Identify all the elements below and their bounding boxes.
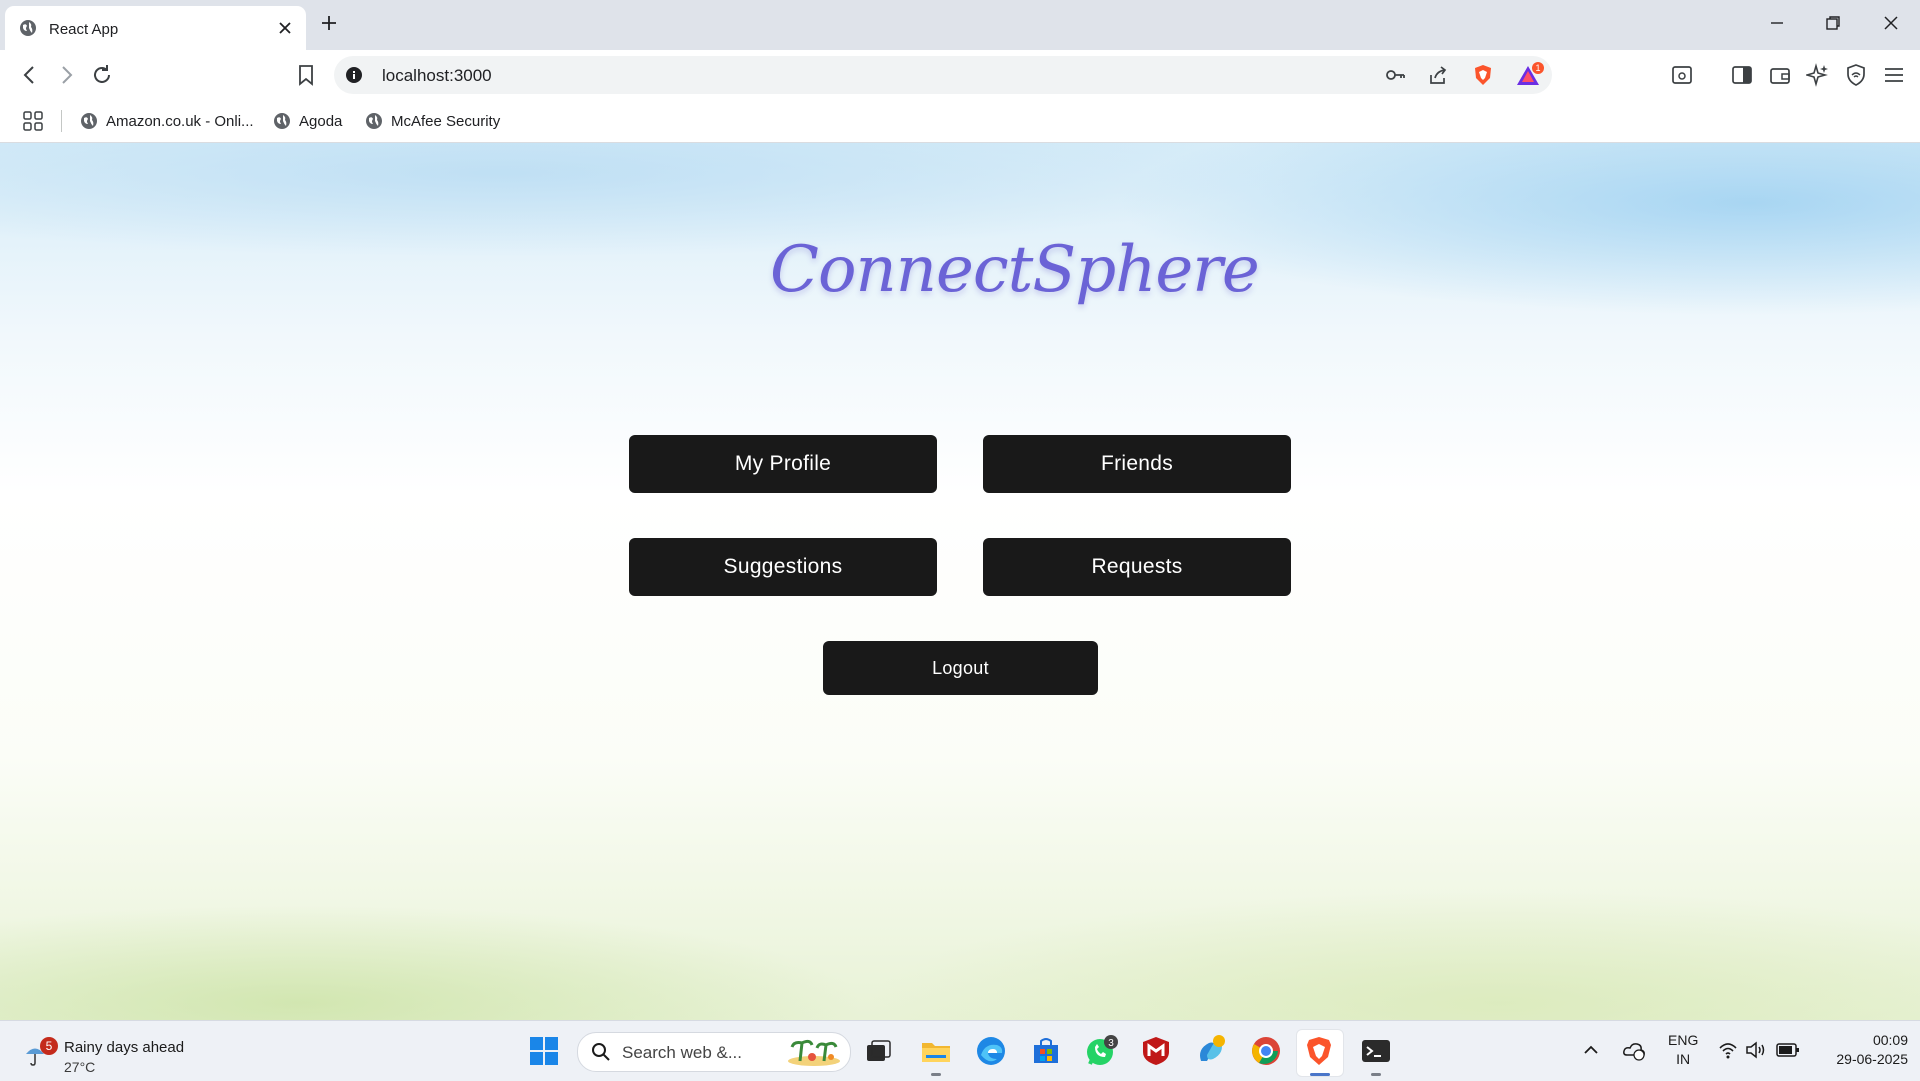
brave-shields-icon[interactable] — [1472, 64, 1494, 86]
copilot-icon[interactable] — [1195, 1035, 1227, 1067]
globe-icon — [81, 113, 97, 129]
language-line2: IN — [1676, 1051, 1691, 1067]
file-explorer-icon[interactable] — [920, 1035, 952, 1067]
my-profile-button[interactable]: My Profile — [629, 435, 937, 493]
tab-search-icon[interactable] — [1670, 63, 1694, 87]
bookmark-amazon[interactable]: Amazon.co.uk - Onli... — [80, 109, 254, 133]
menu-icon[interactable] — [1882, 63, 1906, 87]
vpn-shield-icon[interactable] — [1844, 63, 1868, 87]
weather-temp: 27°C — [64, 1059, 96, 1075]
bookmark-label: Amazon.co.uk - Onli... — [106, 112, 254, 130]
bookmark-agoda[interactable]: Agoda — [273, 109, 342, 133]
weather-title: Rainy days ahead — [64, 1039, 185, 1056]
taskbar-search[interactable]: Search web &... — [577, 1032, 851, 1072]
bookmark-label: McAfee Security — [391, 112, 501, 130]
battery-icon[interactable] — [1776, 1041, 1800, 1059]
windows-taskbar: 5 Rainy days ahead 27°C Search web &... … — [0, 1020, 1920, 1081]
bookmark-mcafee[interactable]: McAfee Security — [365, 109, 500, 133]
bookmark-icon[interactable] — [294, 63, 318, 87]
leo-ai-icon[interactable] — [1806, 63, 1830, 87]
sidebar-icon[interactable] — [1730, 63, 1754, 87]
active-indicator — [1310, 1073, 1330, 1076]
minimize-icon[interactable] — [1768, 14, 1786, 32]
windows-start-icon[interactable] — [528, 1035, 560, 1067]
logout-button[interactable]: Logout — [823, 641, 1098, 695]
whatsapp-badge: 3 — [1108, 1038, 1114, 1049]
tab-strip: React App — [0, 0, 1920, 50]
browser-tab[interactable]: React App — [5, 6, 306, 50]
new-tab-icon[interactable] — [320, 14, 338, 32]
system-clock[interactable]: 00:09 29-06-2025 — [1816, 1031, 1908, 1069]
chevron-up-icon[interactable] — [1582, 1041, 1600, 1059]
search-highlight-icon — [786, 1037, 842, 1067]
restore-icon[interactable] — [1824, 14, 1842, 32]
address-bar[interactable]: localhost:3000 1 — [334, 56, 1552, 94]
mcafee-icon[interactable] — [1140, 1035, 1172, 1067]
chrome-icon[interactable] — [1250, 1035, 1282, 1067]
search-icon — [591, 1042, 611, 1062]
share-icon[interactable] — [1428, 66, 1448, 86]
browser-toolbar: localhost:3000 1 — [0, 50, 1920, 100]
apps-grid-icon[interactable] — [22, 109, 44, 133]
clock-date: 29-06-2025 — [1836, 1051, 1908, 1067]
terminal-icon[interactable] — [1360, 1035, 1392, 1067]
brave-icon[interactable] — [1303, 1035, 1335, 1067]
edge-icon[interactable] — [975, 1035, 1007, 1067]
clock-time: 00:09 — [1872, 1032, 1908, 1048]
brave-rewards-icon[interactable]: 1 — [1516, 62, 1544, 88]
globe-icon — [19, 19, 37, 37]
bookmarks-bar: Amazon.co.uk - Onli... Agoda McAfee Secu… — [0, 100, 1920, 143]
rewards-badge: 1 — [1535, 63, 1540, 73]
url-text: localhost:3000 — [382, 66, 492, 85]
reload-icon[interactable] — [90, 63, 114, 87]
language-indicator[interactable]: ENG IN — [1668, 1031, 1698, 1069]
whatsapp-icon[interactable]: 3 — [1085, 1035, 1118, 1067]
wifi-icon[interactable] — [1718, 1040, 1738, 1060]
key-icon[interactable] — [1385, 66, 1405, 84]
forward-icon[interactable] — [54, 63, 78, 87]
bookmarks-divider — [61, 110, 62, 132]
weather-widget[interactable]: 5 Rainy days ahead 27°C — [22, 1029, 222, 1075]
volume-icon[interactable] — [1745, 1040, 1767, 1060]
friends-button[interactable]: Friends — [983, 435, 1291, 493]
requests-button[interactable]: Requests — [983, 538, 1291, 596]
microsoft-store-icon[interactable] — [1030, 1035, 1062, 1067]
close-tab-icon[interactable] — [277, 20, 293, 36]
running-indicator — [931, 1073, 941, 1076]
bookmark-label: Agoda — [299, 112, 343, 130]
page-viewport: ConnectSphere My Profile Friends Suggest… — [0, 143, 1920, 1020]
wallet-icon[interactable] — [1768, 63, 1792, 87]
globe-icon — [274, 113, 290, 129]
tab-title: React App — [49, 21, 119, 38]
onedrive-sync-icon[interactable] — [1622, 1039, 1646, 1061]
globe-icon — [366, 113, 382, 129]
app-logo: ConnectSphere — [770, 233, 1260, 307]
back-icon[interactable] — [18, 63, 42, 87]
site-info-icon[interactable] — [346, 67, 362, 83]
language-line1: ENG — [1668, 1032, 1699, 1048]
close-window-icon[interactable] — [1882, 14, 1900, 32]
search-placeholder: Search web &... — [622, 1043, 743, 1062]
running-indicator — [1371, 1073, 1381, 1076]
suggestions-button[interactable]: Suggestions — [629, 538, 937, 596]
weather-badge: 5 — [40, 1037, 58, 1055]
task-view-icon[interactable] — [862, 1035, 894, 1067]
